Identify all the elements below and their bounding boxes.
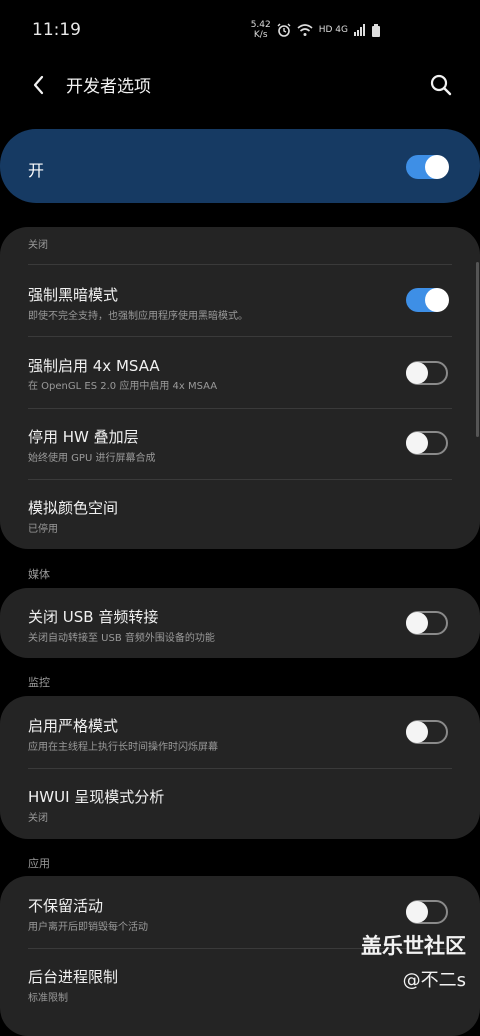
wifi-icon: [297, 24, 313, 36]
setting-row-msaa[interactable]: 强制启用 4x MSAA 在 OpenGL ES 2.0 应用中启用 4x MS…: [0, 337, 480, 408]
setting-subtitle: 标准限制: [28, 993, 68, 1004]
hw-overlay-toggle[interactable]: [406, 431, 448, 455]
setting-row-hw-overlay[interactable]: 停用 HW 叠加层 始终使用 GPU 进行屏幕合成: [0, 409, 480, 479]
app-header: 开发者选项: [0, 60, 480, 110]
master-toggle[interactable]: [406, 155, 449, 179]
chevron-left-icon: [33, 75, 44, 95]
strict-mode-toggle[interactable]: [406, 720, 448, 744]
battery-icon: [372, 23, 380, 37]
page-title: 开发者选项: [66, 77, 151, 97]
setting-subtitle: 已停用: [28, 524, 58, 535]
section-header-media: 媒体: [28, 568, 50, 581]
network-type: HD 4G: [318, 25, 348, 35]
setting-title: 模拟颜色空间: [28, 499, 119, 517]
status-icons: 5.42 K/s HD 4G: [251, 20, 380, 40]
signal-icon: [354, 24, 365, 36]
search-icon: [430, 74, 452, 96]
setting-title: 关闭 USB 音频转接: [28, 608, 159, 626]
setting-title: 强制启用 4x MSAA: [28, 357, 160, 375]
setting-row-strict-mode[interactable]: 启用严格模式 应用在主线程上执行长时间操作时闪烁屏幕: [0, 696, 480, 768]
watermark-author: @不二s: [402, 970, 466, 991]
alarm-icon: [277, 23, 291, 37]
section-header-monitor: 监控: [28, 676, 50, 689]
setting-subtitle: 关闭自动转接至 USB 音频外围设备的功能: [28, 633, 215, 644]
section-header-apps: 应用: [28, 857, 50, 870]
setting-title: 停用 HW 叠加层: [28, 428, 139, 446]
setting-subtitle: 即使不完全支持，也强制应用程序使用黑暗模式。: [28, 311, 248, 322]
watermark-logo: 盖乐世社区: [361, 934, 466, 958]
settings-card-graphics: 关闭 强制黑暗模式 即使不完全支持，也强制应用程序使用黑暗模式。 强制启用 4x…: [0, 227, 480, 549]
setting-subtitle: 用户离开后即销毁每个活动: [28, 922, 148, 933]
setting-title: 启用严格模式: [28, 717, 119, 735]
master-switch-label: 开: [28, 161, 45, 180]
setting-subtitle: 在 OpenGL ES 2.0 应用中启用 4x MSAA: [28, 381, 218, 392]
setting-row-usb-audio[interactable]: 关闭 USB 音频转接 关闭自动转接至 USB 音频外围设备的功能: [0, 588, 480, 658]
master-switch-bar[interactable]: 开: [0, 129, 480, 203]
setting-title: 不保留活动: [28, 897, 104, 915]
setting-title: HWUI 呈现模式分析: [28, 788, 165, 806]
status-bar: 11:19 5.42 K/s HD 4G: [0, 0, 480, 60]
search-button[interactable]: [426, 70, 456, 100]
settings-card-monitor: 启用严格模式 应用在主线程上执行长时间操作时闪烁屏幕 HWUI 呈现模式分析 关…: [0, 696, 480, 839]
setting-row-force-dark[interactable]: 强制黑暗模式 即使不完全支持，也强制应用程序使用黑暗模式。: [0, 265, 480, 336]
keep-activities-toggle[interactable]: [406, 900, 448, 924]
force-dark-toggle[interactable]: [406, 288, 449, 312]
setting-title: 后台进程限制: [28, 968, 119, 986]
usb-audio-toggle[interactable]: [406, 611, 448, 635]
setting-title: 强制黑暗模式: [28, 286, 119, 304]
setting-row-partial[interactable]: 关闭: [0, 227, 480, 262]
back-button[interactable]: [26, 70, 56, 100]
settings-card-media: 关闭 USB 音频转接 关闭自动转接至 USB 音频外围设备的功能: [0, 588, 480, 658]
setting-subtitle: 关闭: [28, 813, 48, 824]
setting-subtitle: 应用在主线程上执行长时间操作时闪烁屏幕: [28, 742, 218, 753]
setting-subtitle: 始终使用 GPU 进行屏幕合成: [28, 453, 156, 464]
scrollbar[interactable]: [476, 262, 479, 437]
setting-row-color-space[interactable]: 模拟颜色空间 已停用: [0, 480, 480, 549]
network-speed: 5.42 K/s: [250, 20, 271, 40]
setting-row-hwui[interactable]: HWUI 呈现模式分析 关闭: [0, 769, 480, 839]
status-time: 11:19: [32, 20, 81, 40]
setting-subtitle: 关闭: [28, 240, 48, 251]
msaa-toggle[interactable]: [406, 361, 448, 385]
